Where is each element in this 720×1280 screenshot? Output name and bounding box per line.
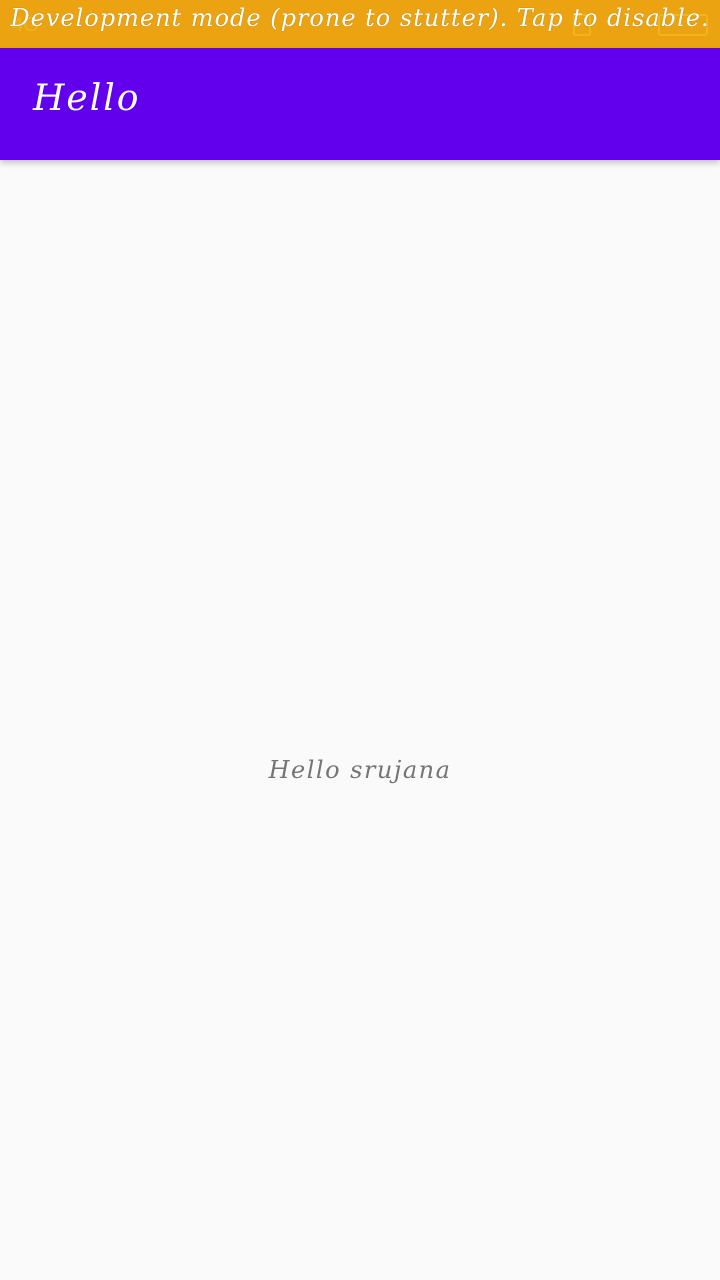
app-title: Hello (33, 78, 141, 119)
app-bar: Hello (0, 48, 720, 160)
greeting-text: Hello srujana (268, 756, 452, 784)
dev-mode-banner[interactable]: Development mode (prone to stutter). Tap… (0, 4, 720, 32)
status-bar: 4G Development mode (prone to stutter). … (0, 0, 720, 48)
